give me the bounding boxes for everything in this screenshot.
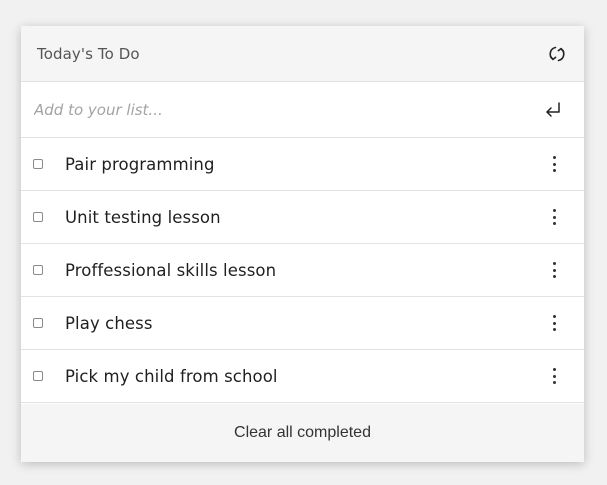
card-header: Today's To Do <box>21 26 584 82</box>
more-options-icon[interactable] <box>548 207 560 227</box>
todo-item: Proffessional skills lesson <box>21 244 584 297</box>
todo-checkbox[interactable] <box>33 212 43 222</box>
todo-item: Unit testing lesson <box>21 191 584 244</box>
todo-label[interactable]: Pick my child from school <box>65 367 548 386</box>
todo-item: Play chess <box>21 297 584 350</box>
todo-label[interactable]: Proffessional skills lesson <box>65 261 548 280</box>
more-options-icon[interactable] <box>548 313 560 333</box>
clear-completed-button[interactable]: Clear all completed <box>234 424 371 442</box>
todo-item: Pair programming <box>21 138 584 191</box>
todo-checkbox[interactable] <box>33 159 43 169</box>
card-footer: Clear all completed <box>21 404 584 462</box>
page-title: Today's To Do <box>37 44 140 63</box>
todo-label[interactable]: Play chess <box>65 314 548 333</box>
add-item-input[interactable] <box>34 100 514 119</box>
refresh-icon[interactable] <box>546 43 568 65</box>
todo-checkbox[interactable] <box>33 265 43 275</box>
more-options-icon[interactable] <box>548 154 560 174</box>
todo-checkbox[interactable] <box>33 318 43 328</box>
todo-label[interactable]: Unit testing lesson <box>65 208 548 227</box>
todo-checkbox[interactable] <box>33 371 43 381</box>
todo-item: Pick my child from school <box>21 350 584 403</box>
todo-label[interactable]: Pair programming <box>65 155 548 174</box>
todo-list: Pair programming Unit testing lesson Pro… <box>21 138 584 403</box>
add-item-row <box>21 82 584 138</box>
more-options-icon[interactable] <box>548 366 560 386</box>
enter-icon[interactable] <box>542 99 564 121</box>
todo-card: Today's To Do Pair programming <box>21 26 584 462</box>
more-options-icon[interactable] <box>548 260 560 280</box>
